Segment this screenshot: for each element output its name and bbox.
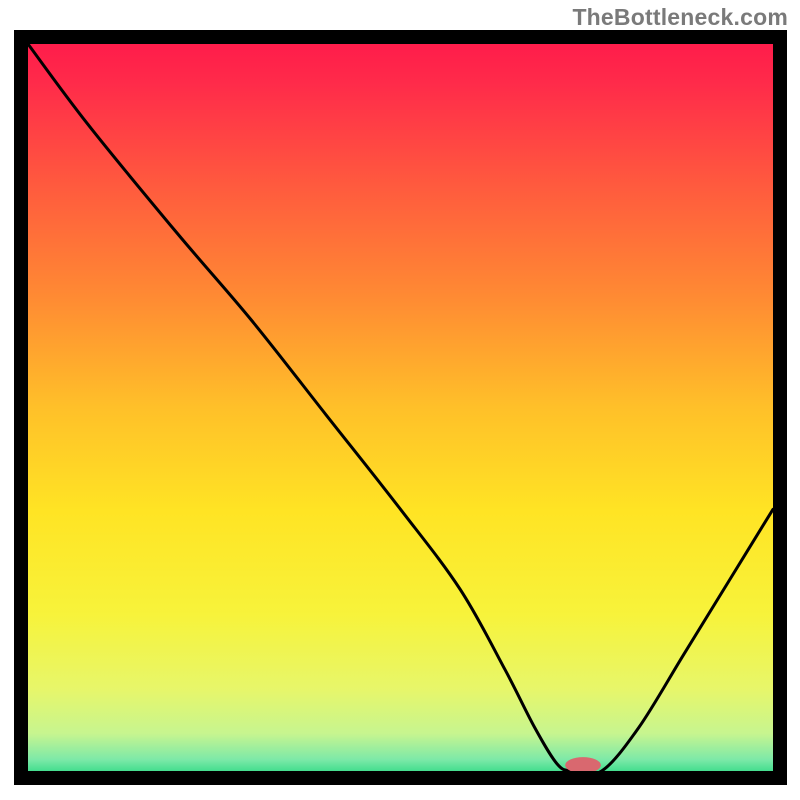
chart-stage: TheBottleneck.com	[0, 0, 800, 800]
bottleneck-chart	[0, 0, 800, 800]
watermark-label: TheBottleneck.com	[572, 4, 788, 31]
